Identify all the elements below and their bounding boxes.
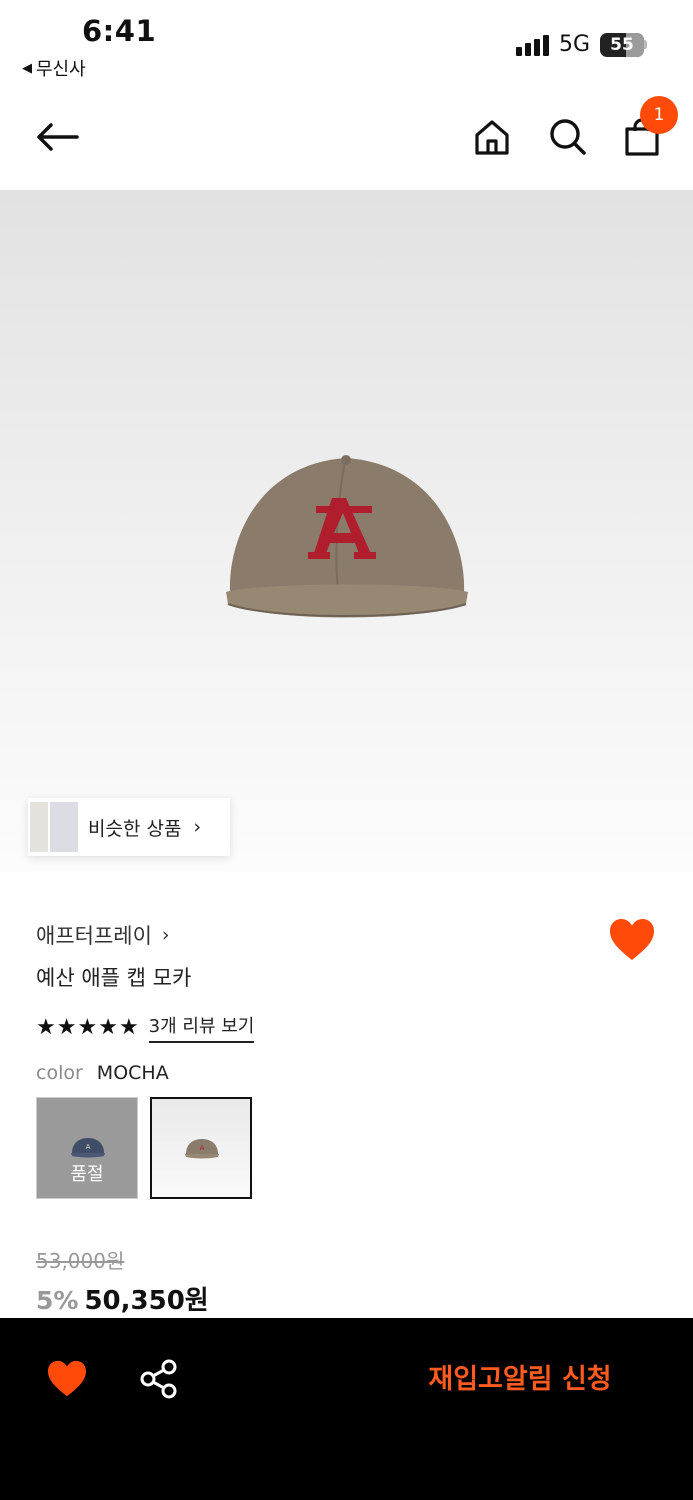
share-button[interactable] bbox=[138, 1358, 182, 1402]
cart-count-badge: 1 bbox=[640, 96, 678, 134]
color-value: MOCHA bbox=[96, 1062, 169, 1084]
cap-image bbox=[226, 455, 468, 618]
soldout-label: 품절 bbox=[70, 1164, 104, 1185]
star-icon: ★ bbox=[36, 1014, 56, 1040]
bottom-action-bar: 재입고알림 신청 bbox=[0, 1318, 693, 1500]
signal-icon bbox=[515, 34, 549, 56]
chevron-right-icon: › bbox=[193, 816, 202, 838]
svg-text:A: A bbox=[86, 1143, 91, 1151]
top-nav bbox=[0, 90, 693, 190]
back-triangle-icon: ◀ bbox=[22, 60, 32, 76]
brand-name: 애프터프레이 bbox=[36, 924, 152, 948]
star-icon: ★ bbox=[56, 1014, 77, 1040]
swatch-mocha[interactable]: A bbox=[150, 1097, 252, 1199]
discount-rate: 5% bbox=[36, 1286, 79, 1315]
cap-thumbnail: A bbox=[71, 1138, 105, 1158]
product-image[interactable]: 비슷한 상품 › bbox=[0, 190, 693, 872]
brand-link[interactable]: 애프터프레이 › bbox=[36, 920, 170, 950]
color-swatches: A 품절 A bbox=[36, 1097, 252, 1199]
back-to-app-label: 무신사 bbox=[36, 59, 86, 80]
rating-stars: ★ ★ ★ ★ ★ bbox=[36, 1014, 139, 1040]
chevron-right-icon: › bbox=[161, 924, 170, 946]
status-time: 6:41 bbox=[82, 14, 157, 48]
cap-thumbnail: A bbox=[185, 1139, 219, 1159]
price-row: 5% 50,350원 bbox=[36, 1280, 209, 1317]
arrow-left-icon bbox=[37, 123, 79, 151]
similar-products-label: 비슷한 상품 bbox=[88, 817, 182, 840]
original-price: 53,000원 bbox=[36, 1249, 125, 1273]
star-icon: ★ bbox=[118, 1014, 139, 1040]
network-label: 5G bbox=[558, 32, 590, 57]
battery-level: 55 bbox=[610, 34, 634, 55]
share-icon bbox=[140, 1359, 177, 1399]
review-link[interactable]: 3개 리뷰 보기 bbox=[148, 1012, 255, 1043]
back-button[interactable] bbox=[30, 112, 84, 162]
battery-icon: 55 bbox=[600, 32, 644, 57]
heart-icon bbox=[48, 1360, 86, 1397]
svg-text:A: A bbox=[200, 1144, 205, 1152]
star-icon: ★ bbox=[98, 1014, 118, 1040]
restock-alert-button[interactable]: 재입고알림 신청 bbox=[380, 1356, 660, 1404]
similar-thumbnails bbox=[28, 798, 94, 856]
swatch-navy[interactable]: A 품절 bbox=[36, 1097, 138, 1199]
status-indicators: 5G 55 bbox=[515, 32, 647, 57]
product-name: 예산 애플 캡 모카 bbox=[36, 966, 192, 990]
home-button[interactable] bbox=[466, 112, 518, 162]
similar-products-button[interactable]: 비슷한 상품 › bbox=[28, 798, 230, 856]
sale-price: 50,350원 bbox=[84, 1286, 209, 1316]
color-row: color MOCHA bbox=[36, 1062, 169, 1084]
star-icon: ★ bbox=[77, 1014, 98, 1040]
search-button[interactable] bbox=[542, 112, 594, 162]
back-to-app-button[interactable]: ◀ 무신사 bbox=[22, 55, 86, 81]
heart-icon bbox=[610, 919, 654, 960]
like-button[interactable] bbox=[608, 918, 658, 964]
status-bar: 6:41 ◀ 무신사 5G 55 bbox=[0, 0, 693, 90]
search-icon bbox=[550, 119, 586, 155]
rating-row: ★ ★ ★ ★ ★ 3개 리뷰 보기 bbox=[36, 1012, 255, 1043]
color-label: color bbox=[36, 1062, 83, 1084]
bottom-like-button[interactable] bbox=[46, 1360, 90, 1400]
home-icon bbox=[475, 120, 509, 155]
